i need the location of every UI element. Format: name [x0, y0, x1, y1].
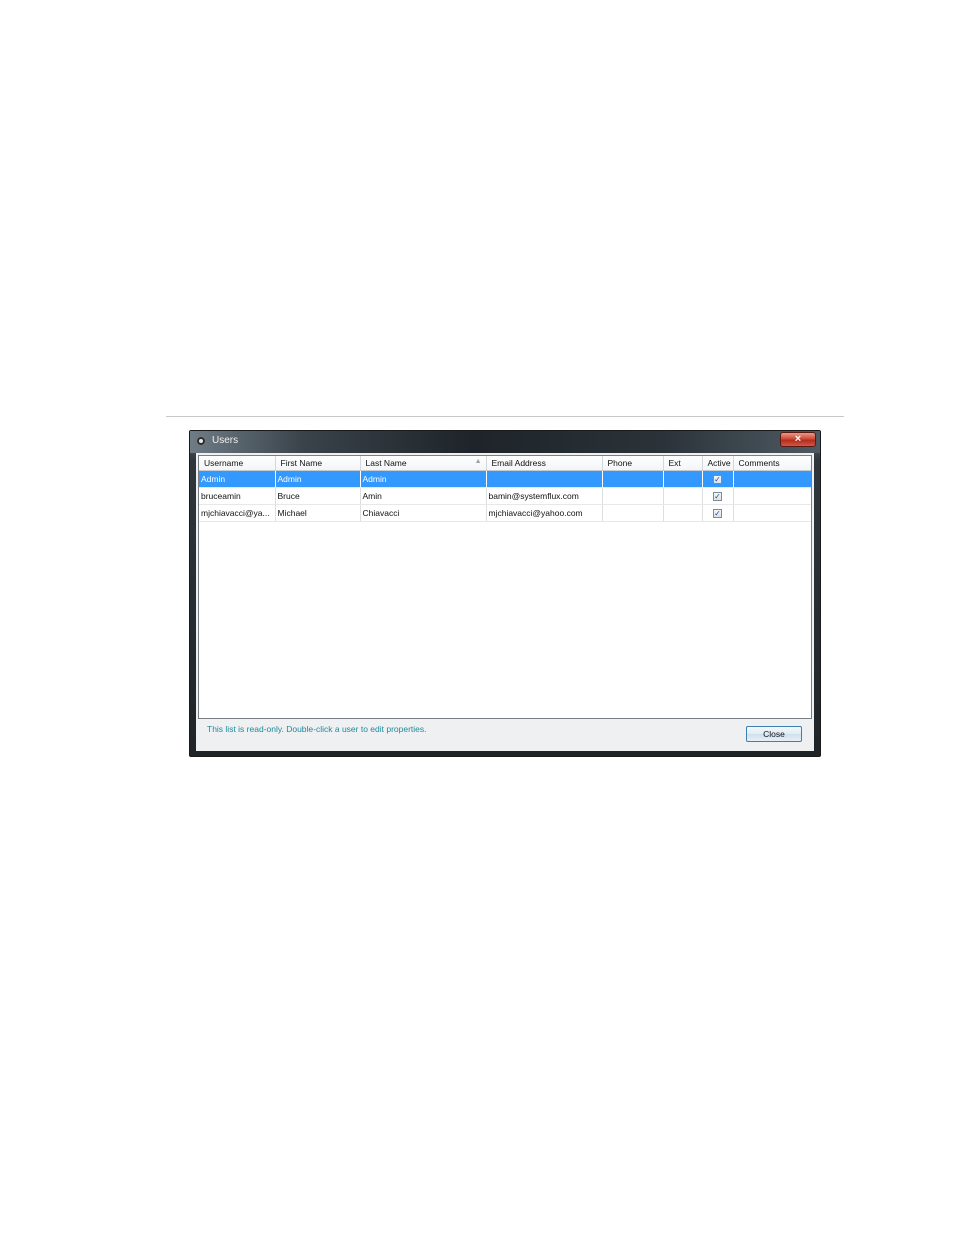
- cell-first-name: Michael: [275, 504, 361, 522]
- users-window-icon: [197, 437, 205, 445]
- cell-active: ✓: [702, 504, 734, 522]
- column-header-active[interactable]: Active: [702, 456, 734, 471]
- cell-comments: [733, 487, 811, 505]
- cell-email: [486, 470, 603, 488]
- cell-comments: [733, 504, 811, 522]
- cell-phone: [602, 487, 664, 505]
- cell-first-name: Admin: [275, 470, 361, 488]
- cell-last-name: Chiavacci: [360, 504, 487, 522]
- close-button[interactable]: Close: [746, 726, 802, 742]
- cell-email: mjchiavacci@yahoo.com: [486, 504, 603, 522]
- column-header-email[interactable]: Email Address: [486, 456, 603, 471]
- cell-phone: [602, 470, 664, 488]
- column-header-last-name-label: Last Name: [365, 458, 407, 468]
- cell-username: Admin: [199, 470, 276, 488]
- read-only-hint: This list is read-only. Double-click a u…: [207, 724, 427, 734]
- table-row[interactable]: bruceamin Bruce Amin bamin@systemflux.co…: [199, 487, 811, 505]
- table-header-row: Username First Name Last Name ▲ Email Ad…: [199, 456, 811, 471]
- window-close-button[interactable]: ×: [780, 432, 816, 447]
- cell-last-name: Amin: [360, 487, 487, 505]
- users-dialog: Users × Username First Name Last Name ▲ …: [189, 430, 821, 757]
- cell-active: ✓: [702, 470, 734, 488]
- title-bar[interactable]: Users ×: [190, 431, 820, 453]
- checkmark-icon[interactable]: ✓: [713, 475, 722, 485]
- table-row[interactable]: Admin Admin Admin ✓: [199, 470, 811, 488]
- users-list-view[interactable]: Username First Name Last Name ▲ Email Ad…: [198, 455, 812, 719]
- cell-username: mjchiavacci@ya...: [199, 504, 276, 522]
- column-header-last-name[interactable]: Last Name ▲: [360, 456, 487, 471]
- cell-ext: [663, 504, 703, 522]
- column-header-first-name[interactable]: First Name: [275, 456, 361, 471]
- cell-ext: [663, 487, 703, 505]
- cell-username: bruceamin: [199, 487, 276, 505]
- users-table: Username First Name Last Name ▲ Email Ad…: [199, 456, 811, 522]
- cell-last-name: Admin: [360, 470, 487, 488]
- checkmark-icon[interactable]: ✓: [713, 492, 722, 502]
- column-header-ext[interactable]: Ext: [663, 456, 703, 471]
- column-header-comments[interactable]: Comments: [733, 456, 811, 471]
- cell-phone: [602, 504, 664, 522]
- column-header-phone[interactable]: Phone: [602, 456, 664, 471]
- cell-email: bamin@systemflux.com: [486, 487, 603, 505]
- column-header-username[interactable]: Username: [199, 456, 276, 471]
- cell-active: ✓: [702, 487, 734, 505]
- page-divider: [166, 416, 844, 417]
- cell-first-name: Bruce: [275, 487, 361, 505]
- cell-comments: [733, 470, 811, 488]
- checkmark-icon[interactable]: ✓: [713, 509, 722, 519]
- table-row[interactable]: mjchiavacci@ya... Michael Chiavacci mjch…: [199, 504, 811, 522]
- window-title: Users: [212, 435, 239, 446]
- sort-ascending-icon: ▲: [474, 458, 482, 465]
- dialog-client-area: Username First Name Last Name ▲ Email Ad…: [196, 453, 814, 751]
- cell-ext: [663, 470, 703, 488]
